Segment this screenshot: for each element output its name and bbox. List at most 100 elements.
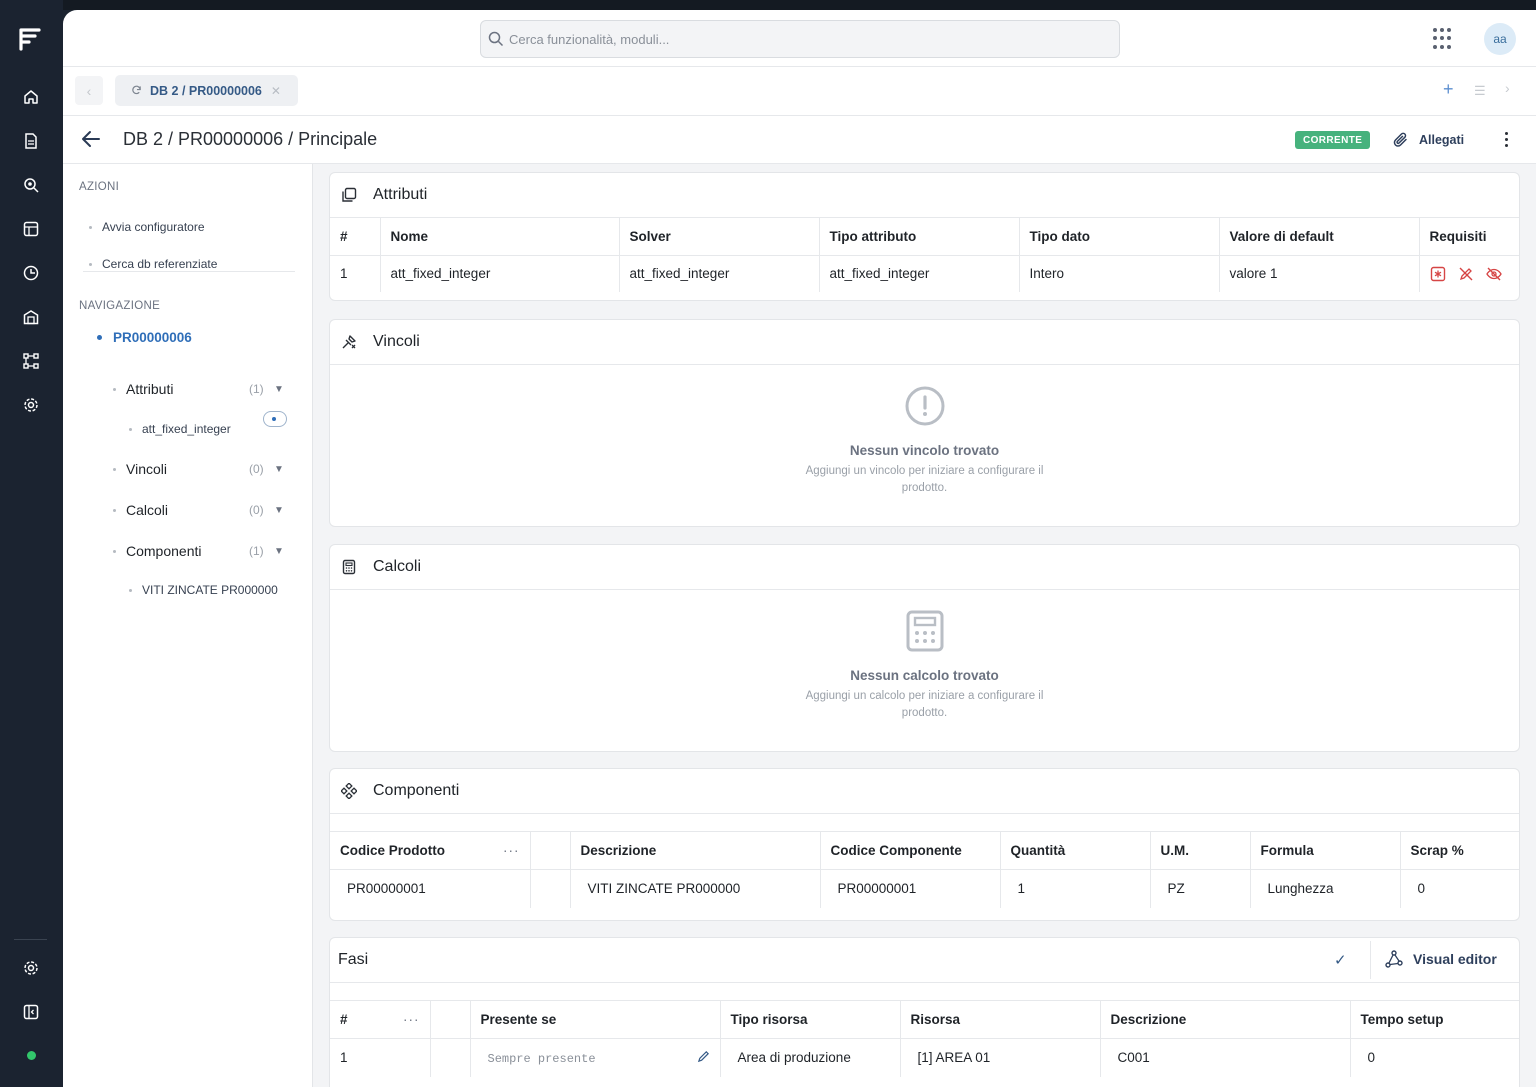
col-presente-se[interactable]: Presente se (470, 1000, 721, 1039)
caret-down-icon: ▼ (274, 504, 284, 516)
check-icon[interactable]: ✓ (1334, 951, 1347, 969)
cell-tipo-risorsa: Area di produzione (720, 1038, 901, 1077)
phases-table: # ··· Presente se Tipo risorsa Risorsa De… (330, 1000, 1519, 1077)
col-tempo-setup[interactable]: Tempo setup (1350, 1000, 1519, 1039)
col-requisiti[interactable]: Requisiti (1419, 218, 1519, 256)
tab-next-button[interactable]: › (1505, 80, 1510, 96)
required-icon[interactable] (1430, 266, 1446, 282)
action-start-configurator[interactable]: Avvia configuratore (89, 220, 205, 234)
no-edit-icon[interactable] (1458, 266, 1474, 282)
calculator-large-icon (330, 610, 1519, 652)
nav-group-componenti[interactable]: Componenti (1) ▼ (113, 541, 288, 561)
rail-divider (14, 939, 47, 940)
calculations-empty-title: Nessun calcolo trovato (850, 668, 999, 683)
nav-root-item[interactable]: PR00000006 (97, 330, 192, 345)
components-table: Codice Prodotto ··· Descrizione Codice Co… (330, 831, 1519, 908)
page-title-bar: DB 2 / PR00000006 / Principale CORRENTE … (63, 116, 1536, 164)
caret-down-icon: ▼ (274, 383, 284, 395)
tab-prev-button[interactable]: ‹ (75, 76, 103, 105)
phases-header: Fasi ✓ Visual editor (330, 938, 1519, 983)
col-tipo-attributo[interactable]: Tipo attributo (819, 218, 1020, 256)
gear-icon[interactable] (21, 395, 41, 415)
close-icon[interactable]: ✕ (271, 84, 281, 98)
app-logo[interactable] (19, 27, 43, 51)
table-row[interactable]: PR00000001 VITI ZINCATE PR000000 PR00000… (330, 869, 1519, 908)
col-formula[interactable]: Formula (1250, 831, 1401, 870)
nav-group-calcoli[interactable]: Calcoli (0) ▼ (113, 500, 288, 520)
calculations-title: Calcoli (373, 558, 422, 575)
cell-number: 1 (330, 1038, 431, 1077)
back-arrow-icon[interactable] (81, 130, 101, 153)
constraints-title: Vincoli (373, 333, 420, 350)
col-scrap[interactable]: Scrap % (1400, 831, 1519, 870)
apps-grid-icon[interactable] (1433, 28, 1455, 50)
clock-icon[interactable] (21, 263, 41, 283)
col-spacer (430, 1000, 471, 1039)
search-input[interactable] (509, 21, 1109, 57)
more-options-icon[interactable] (1503, 132, 1509, 147)
cell-spacer (430, 1038, 471, 1077)
table-icon[interactable] (21, 219, 41, 239)
col-descrizione[interactable]: Descrizione (570, 831, 821, 870)
col-um[interactable]: U.M. (1150, 831, 1251, 870)
workflow-icon[interactable] (21, 351, 41, 371)
components-card: Componenti Codice Prodotto ··· Descrizion… (329, 768, 1520, 921)
col-valore-default[interactable]: Valore di default (1219, 218, 1420, 256)
tab-db2-pr00000006[interactable]: DB 2 / PR00000006 ✕ (115, 75, 298, 106)
col-nome[interactable]: Nome (380, 218, 620, 256)
home-icon[interactable] (21, 87, 41, 107)
col-quantita[interactable]: Quantità (1000, 831, 1151, 870)
window-top-strip (0, 0, 1536, 10)
cell-um: PZ (1150, 869, 1251, 908)
nav-leaf-component[interactable]: VITI ZINCATE PR000000 (129, 583, 278, 597)
tab-list-icon[interactable]: ☰ (1474, 83, 1486, 99)
action-search-referenced-db[interactable]: Cerca db referenziate (89, 257, 217, 271)
nav-leaf-attribute[interactable]: att_fixed_integer (129, 422, 231, 436)
hidden-icon[interactable] (1485, 266, 1502, 282)
nav-group-vincoli[interactable]: Vincoli (0) ▼ (113, 459, 288, 479)
settings-search-icon[interactable] (21, 175, 41, 195)
column-menu-icon[interactable]: ··· (503, 843, 520, 858)
navigation-section-title: NAVIGAZIONE (79, 300, 161, 312)
cell-quantita: 1 (1000, 869, 1151, 908)
sidebar-divider (83, 271, 295, 272)
phases-card: Fasi ✓ Visual editor # ··· Presente se Ti… (329, 937, 1520, 1087)
add-tab-button[interactable]: + (1443, 79, 1454, 100)
visual-editor-button[interactable]: Visual editor (1385, 950, 1497, 968)
cell-tipo-attributo: att_fixed_integer (819, 255, 1020, 292)
cell-presente-se[interactable]: Sempre presente (470, 1038, 721, 1077)
actions-section-title: AZIONI (79, 181, 120, 193)
top-header: aa (63, 10, 1536, 67)
table-row[interactable]: 1 att_fixed_integer att_fixed_integer at… (330, 255, 1519, 292)
left-panel: AZIONI Avvia configuratore Cerca db refe… (63, 164, 313, 1087)
col-solver[interactable]: Solver (619, 218, 820, 256)
attribute-visibility-toggle[interactable] (263, 411, 287, 427)
search-icon (488, 31, 504, 47)
col-tipo-risorsa[interactable]: Tipo risorsa (720, 1000, 901, 1039)
col-codice-componente[interactable]: Codice Componente (820, 831, 1001, 870)
refresh-icon[interactable] (131, 85, 142, 96)
col-codice-prodotto[interactable]: Codice Prodotto ··· (330, 831, 531, 870)
nav-group-attributi[interactable]: Attributi (1) ▼ (113, 379, 288, 399)
attachments-button[interactable]: Allegati (1393, 130, 1464, 150)
avatar[interactable]: aa (1484, 23, 1516, 55)
col-number[interactable]: # ··· (330, 1000, 431, 1039)
column-menu-icon[interactable]: ··· (403, 1012, 420, 1027)
edit-icon[interactable] (697, 1050, 710, 1066)
col-number[interactable]: # (330, 218, 381, 256)
document-icon[interactable] (21, 131, 41, 151)
col-tipo-dato[interactable]: Tipo dato (1019, 218, 1220, 256)
components-title: Componenti (373, 782, 460, 799)
collapse-sidebar-icon[interactable] (21, 1002, 41, 1022)
cell-risorsa: [1] AREA 01 (900, 1038, 1101, 1077)
calculations-card: Calcoli Nessun calcolo trovato Aggiungi … (329, 544, 1520, 752)
col-descrizione[interactable]: Descrizione (1100, 1000, 1351, 1039)
visual-editor-label: Visual editor (1413, 951, 1497, 967)
user-settings-icon[interactable] (21, 958, 41, 978)
table-row[interactable]: 1 Sempre presente Area di produzione [1]… (330, 1038, 1519, 1077)
col-risorsa[interactable]: Risorsa (900, 1000, 1101, 1039)
header-divider (1370, 941, 1371, 979)
cell-spacer (530, 869, 571, 908)
warehouse-icon[interactable] (21, 307, 41, 327)
page-title: DB 2 / PR00000006 / Principale (123, 129, 378, 149)
